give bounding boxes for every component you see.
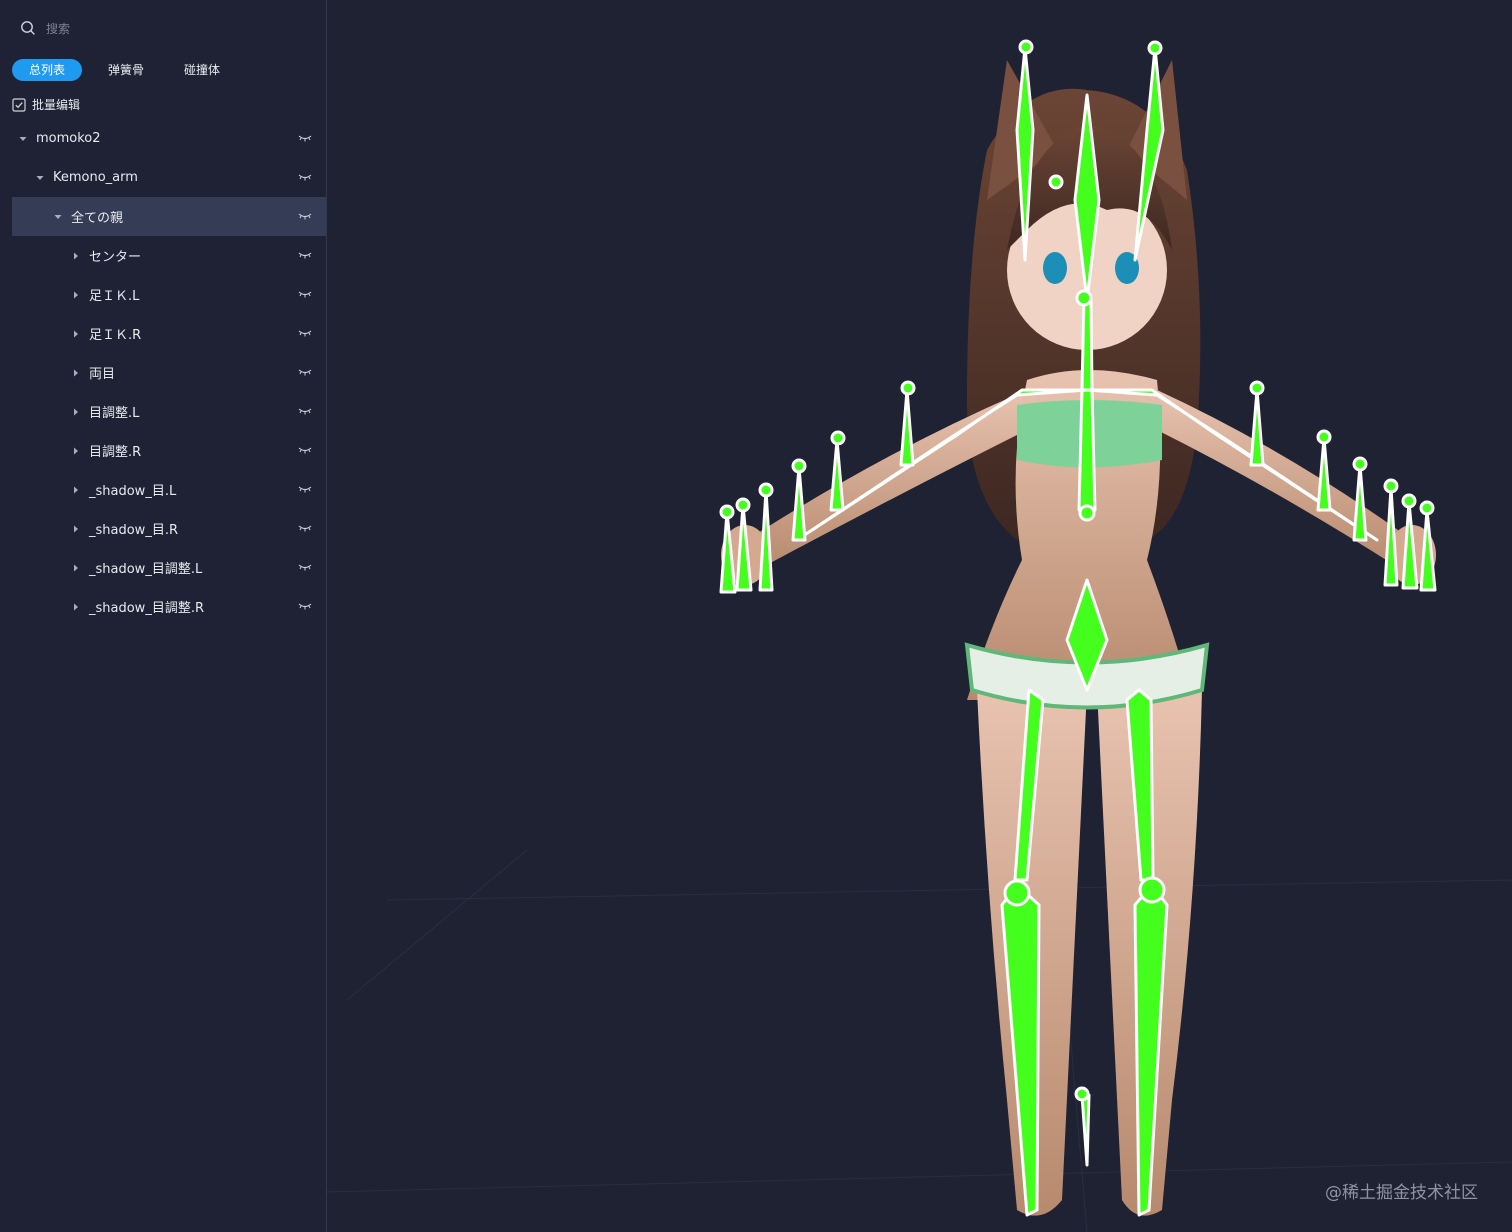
eye-closed-icon[interactable] bbox=[298, 328, 312, 338]
eye-closed-icon[interactable] bbox=[298, 367, 312, 377]
tree-row-label: 目調整.R bbox=[89, 445, 142, 460]
tab-spring-bones[interactable]: 弹簧骨 bbox=[96, 59, 156, 81]
tree-row-foot-ik-r[interactable]: 足ＩＫ.R bbox=[12, 314, 326, 353]
checkbox-icon bbox=[12, 97, 26, 112]
tree-row-foot-ik-l[interactable]: 足ＩＫ.L bbox=[12, 275, 326, 314]
caret-right-icon[interactable] bbox=[71, 407, 81, 417]
caret-right-icon[interactable] bbox=[71, 524, 81, 534]
tree-row-momoko2[interactable]: momoko2 bbox=[12, 119, 326, 158]
batch-edit-label: 批量编辑 bbox=[32, 98, 81, 112]
bone-finger-left-2 bbox=[829, 438, 845, 512]
eye-closed-icon[interactable] bbox=[298, 289, 312, 299]
caret-right-icon[interactable] bbox=[71, 368, 81, 378]
caret-right-icon[interactable] bbox=[71, 446, 81, 456]
eye-closed-icon[interactable] bbox=[298, 523, 312, 533]
eye-closed-icon[interactable] bbox=[298, 562, 312, 572]
scene-render[interactable] bbox=[327, 0, 1512, 1232]
tree-row-center[interactable]: センター bbox=[12, 236, 326, 275]
tree-row-label: Kemono_arm bbox=[53, 170, 138, 185]
tree-row-label: 足ＩＫ.R bbox=[89, 328, 142, 343]
eye-closed-icon[interactable] bbox=[298, 211, 312, 221]
caret-down-icon[interactable] bbox=[18, 134, 28, 144]
bone-overlay bbox=[719, 46, 1437, 1217]
bone-finger-right-4 bbox=[1383, 486, 1399, 587]
bone-center bbox=[1080, 1093, 1091, 1167]
eye-closed-icon[interactable] bbox=[298, 133, 312, 143]
tree-row-label: 目調整.L bbox=[89, 406, 140, 421]
search-bar[interactable]: 搜索 bbox=[20, 17, 310, 39]
tab-bar: 总列表 弹簧骨 碰撞体 bbox=[12, 59, 248, 81]
eye-closed-icon[interactable] bbox=[298, 250, 312, 260]
eye-closed-icon[interactable] bbox=[298, 406, 312, 416]
tree-row-label: 両目 bbox=[89, 367, 116, 382]
search-icon bbox=[21, 21, 35, 35]
tree-row-eye-adjust-l[interactable]: 目調整.L bbox=[12, 392, 326, 431]
eye-closed-icon[interactable] bbox=[298, 445, 312, 455]
eye-left bbox=[1043, 252, 1067, 284]
caret-right-icon[interactable] bbox=[71, 329, 81, 339]
caret-right-icon[interactable] bbox=[71, 251, 81, 261]
tree-row-eye-adjust-r[interactable]: 目調整.R bbox=[12, 431, 326, 470]
tree-row-label: 全ての親 bbox=[71, 211, 124, 226]
bone-finger-left-4 bbox=[758, 488, 774, 592]
3d-viewport[interactable]: @稀土掘金技术社区 bbox=[327, 0, 1512, 1232]
bone-finger-right-3 bbox=[1352, 463, 1368, 542]
tree-row-both-eyes[interactable]: 両目 bbox=[12, 353, 326, 392]
tree-row-label: _shadow_目.R bbox=[89, 523, 178, 538]
tab-all-list[interactable]: 总列表 bbox=[12, 59, 83, 81]
tree-row-kemono-arm[interactable]: Kemono_arm bbox=[12, 158, 326, 197]
batch-edit-toggle[interactable]: 批量编辑 bbox=[12, 96, 80, 113]
search-input[interactable]: 搜索 bbox=[46, 20, 70, 37]
bone-finger-right-2 bbox=[1316, 436, 1332, 512]
eye-closed-icon[interactable] bbox=[298, 484, 312, 494]
tree-row-shadow-eye-l[interactable]: _shadow_目.L bbox=[12, 470, 326, 509]
bone-finger-left-3 bbox=[791, 465, 807, 542]
tree-row-label: momoko2 bbox=[36, 131, 101, 146]
caret-down-icon[interactable] bbox=[53, 212, 63, 222]
ground-grid bbox=[327, 759, 1512, 1232]
caret-right-icon[interactable] bbox=[71, 485, 81, 495]
caret-down-icon[interactable] bbox=[35, 173, 45, 183]
tree-row-all-parent[interactable]: 全ての親 bbox=[12, 197, 326, 236]
tree-row-shadow-eye-r[interactable]: _shadow_目.R bbox=[12, 509, 326, 548]
bone-tree: momoko2 Kemono_arm 全ての親 センター 足ＩＫ.L 足ＩＫ.R bbox=[12, 119, 326, 626]
tab-colliders[interactable]: 碰撞体 bbox=[172, 59, 232, 81]
eye-closed-icon[interactable] bbox=[298, 172, 312, 182]
bone-finger-left-1 bbox=[899, 388, 915, 467]
watermark: @稀土掘金技术社区 bbox=[1325, 1183, 1478, 1203]
caret-right-icon[interactable] bbox=[71, 602, 81, 612]
tree-row-label: _shadow_目調整.L bbox=[89, 562, 203, 577]
tree-row-shadow-eye-adjust-l[interactable]: _shadow_目調整.L bbox=[12, 548, 326, 587]
bone-finger-right-1 bbox=[1249, 388, 1265, 467]
tree-row-label: センター bbox=[89, 250, 142, 265]
tree-row-label: _shadow_目.L bbox=[89, 484, 177, 499]
eye-closed-icon[interactable] bbox=[298, 601, 312, 611]
tree-row-label: 足ＩＫ.L bbox=[89, 289, 140, 304]
tree-row-label: _shadow_目調整.R bbox=[89, 601, 204, 616]
caret-right-icon[interactable] bbox=[71, 290, 81, 300]
tree-row-shadow-eye-adjust-r[interactable]: _shadow_目調整.R bbox=[12, 587, 326, 626]
caret-right-icon[interactable] bbox=[71, 563, 81, 573]
hierarchy-panel: 搜索 总列表 弹簧骨 碰撞体 批量编辑 momoko2 Kemono_arm 全… bbox=[0, 0, 327, 1232]
